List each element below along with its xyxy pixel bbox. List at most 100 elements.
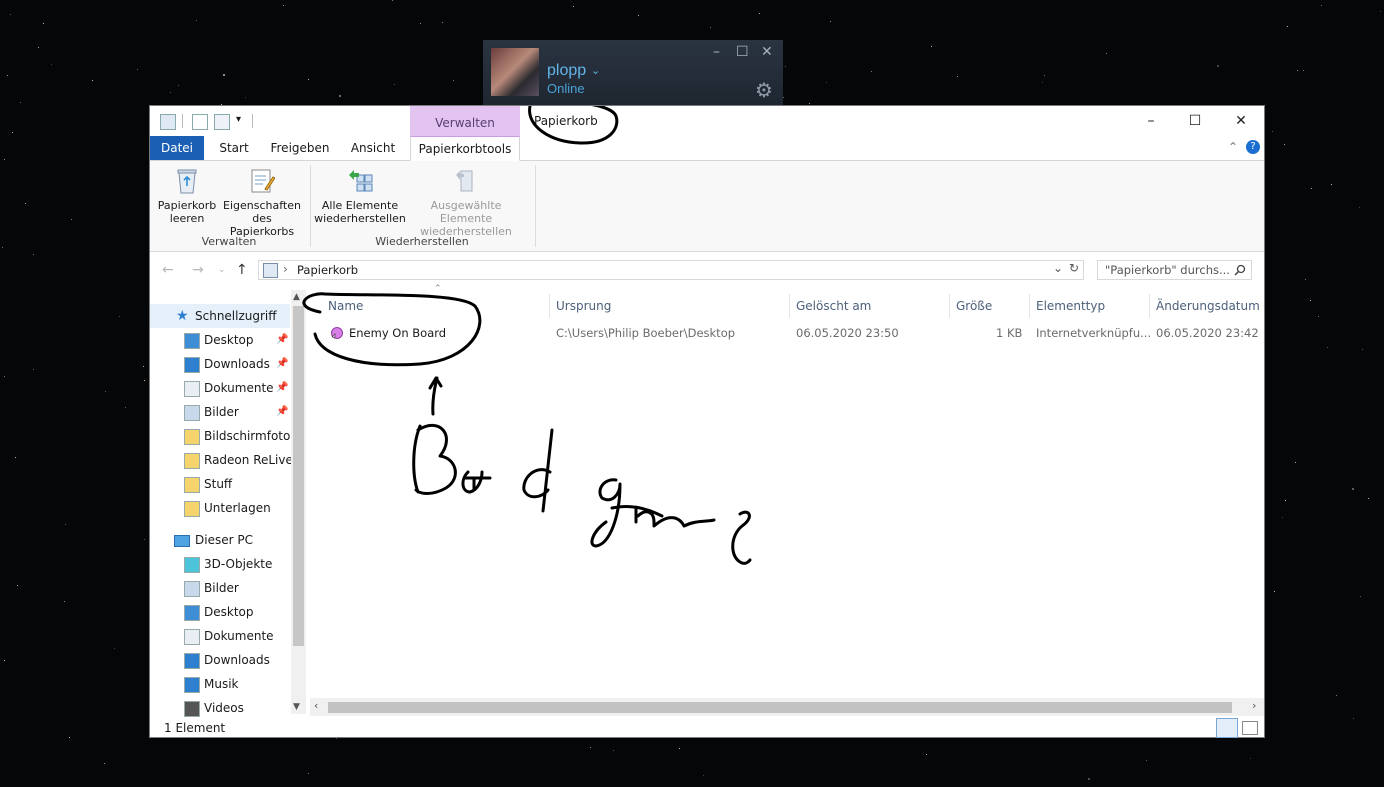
handwritten-annotation [302,106,752,565]
maximize-icon[interactable]: ☐ [736,44,749,60]
close-icon[interactable]: ✕ [761,44,773,60]
star [394,84,395,85]
star [119,316,120,317]
star [105,391,106,392]
chevron-down-icon[interactable]: ⌄ [591,64,600,77]
star [51,64,52,65]
star [143,366,144,367]
star [114,648,115,649]
star [137,69,138,70]
star [830,21,831,22]
star [223,74,225,76]
avatar[interactable] [491,48,539,96]
star [196,20,197,21]
star [1282,517,1283,518]
star [1310,300,1311,301]
minimize-icon[interactable]: – [713,44,720,60]
star [1250,758,1251,759]
star [12,132,13,133]
star [1353,718,1354,719]
star [1327,347,1328,348]
star [178,85,179,86]
user-name[interactable]: plopp [547,62,586,80]
star [104,763,105,764]
star [710,27,711,28]
star [71,219,72,220]
star [826,82,827,83]
star [92,80,93,81]
star [1297,70,1298,71]
title-circle [528,106,619,145]
star [38,47,39,48]
star [783,97,784,98]
star [1352,488,1354,490]
star [703,775,704,776]
star [1274,591,1275,592]
star [170,92,171,93]
star [10,14,11,15]
star [4,159,5,160]
star [20,102,21,103]
star [420,23,421,24]
steam-mini-profile: plopp ⌄ Online – ☐ ✕ ⚙ [483,40,783,105]
star [144,380,145,381]
star [1217,65,1219,67]
star [25,203,26,204]
star [1106,53,1107,54]
star [1380,11,1381,12]
star [1284,144,1285,145]
star [1331,184,1332,185]
star [1360,596,1361,597]
star [65,524,66,525]
star [638,15,639,16]
star [2,247,3,248]
star [33,369,34,370]
star [1311,188,1312,189]
star [339,95,341,97]
star [573,6,574,7]
star [1295,462,1296,463]
star [17,585,18,586]
star [759,13,760,14]
star [64,601,65,602]
star [926,754,927,755]
star [871,71,872,72]
star [1321,5,1322,6]
star [245,97,246,98]
star [4,660,5,661]
star [1303,70,1304,71]
star [1336,695,1337,696]
user-status: Online [547,81,585,96]
star [785,66,786,67]
star [442,22,443,23]
star [1272,131,1273,132]
gear-icon[interactable]: ⚙ [755,78,773,102]
star [308,773,309,774]
star [453,80,454,81]
star [15,457,16,458]
star [1287,26,1288,27]
star [1146,760,1147,761]
star [144,539,145,540]
star [1305,279,1306,280]
star [679,748,680,749]
star [590,747,591,748]
star [1042,82,1043,83]
star [392,0,393,1]
star [43,23,44,24]
star [1044,75,1045,76]
star [1362,349,1363,350]
star [7,75,8,76]
star [809,103,810,104]
star [957,76,958,77]
explorer-window: ▾ Verwalten Papierkorb – ☐ ✕ Datei Start… [149,105,1265,738]
file-circle [302,292,482,367]
star [613,750,614,751]
star [1318,316,1319,317]
star [1368,498,1369,499]
star [1088,778,1090,780]
star [4,376,5,377]
star [33,254,34,255]
star [1285,500,1286,501]
star [283,5,284,6]
